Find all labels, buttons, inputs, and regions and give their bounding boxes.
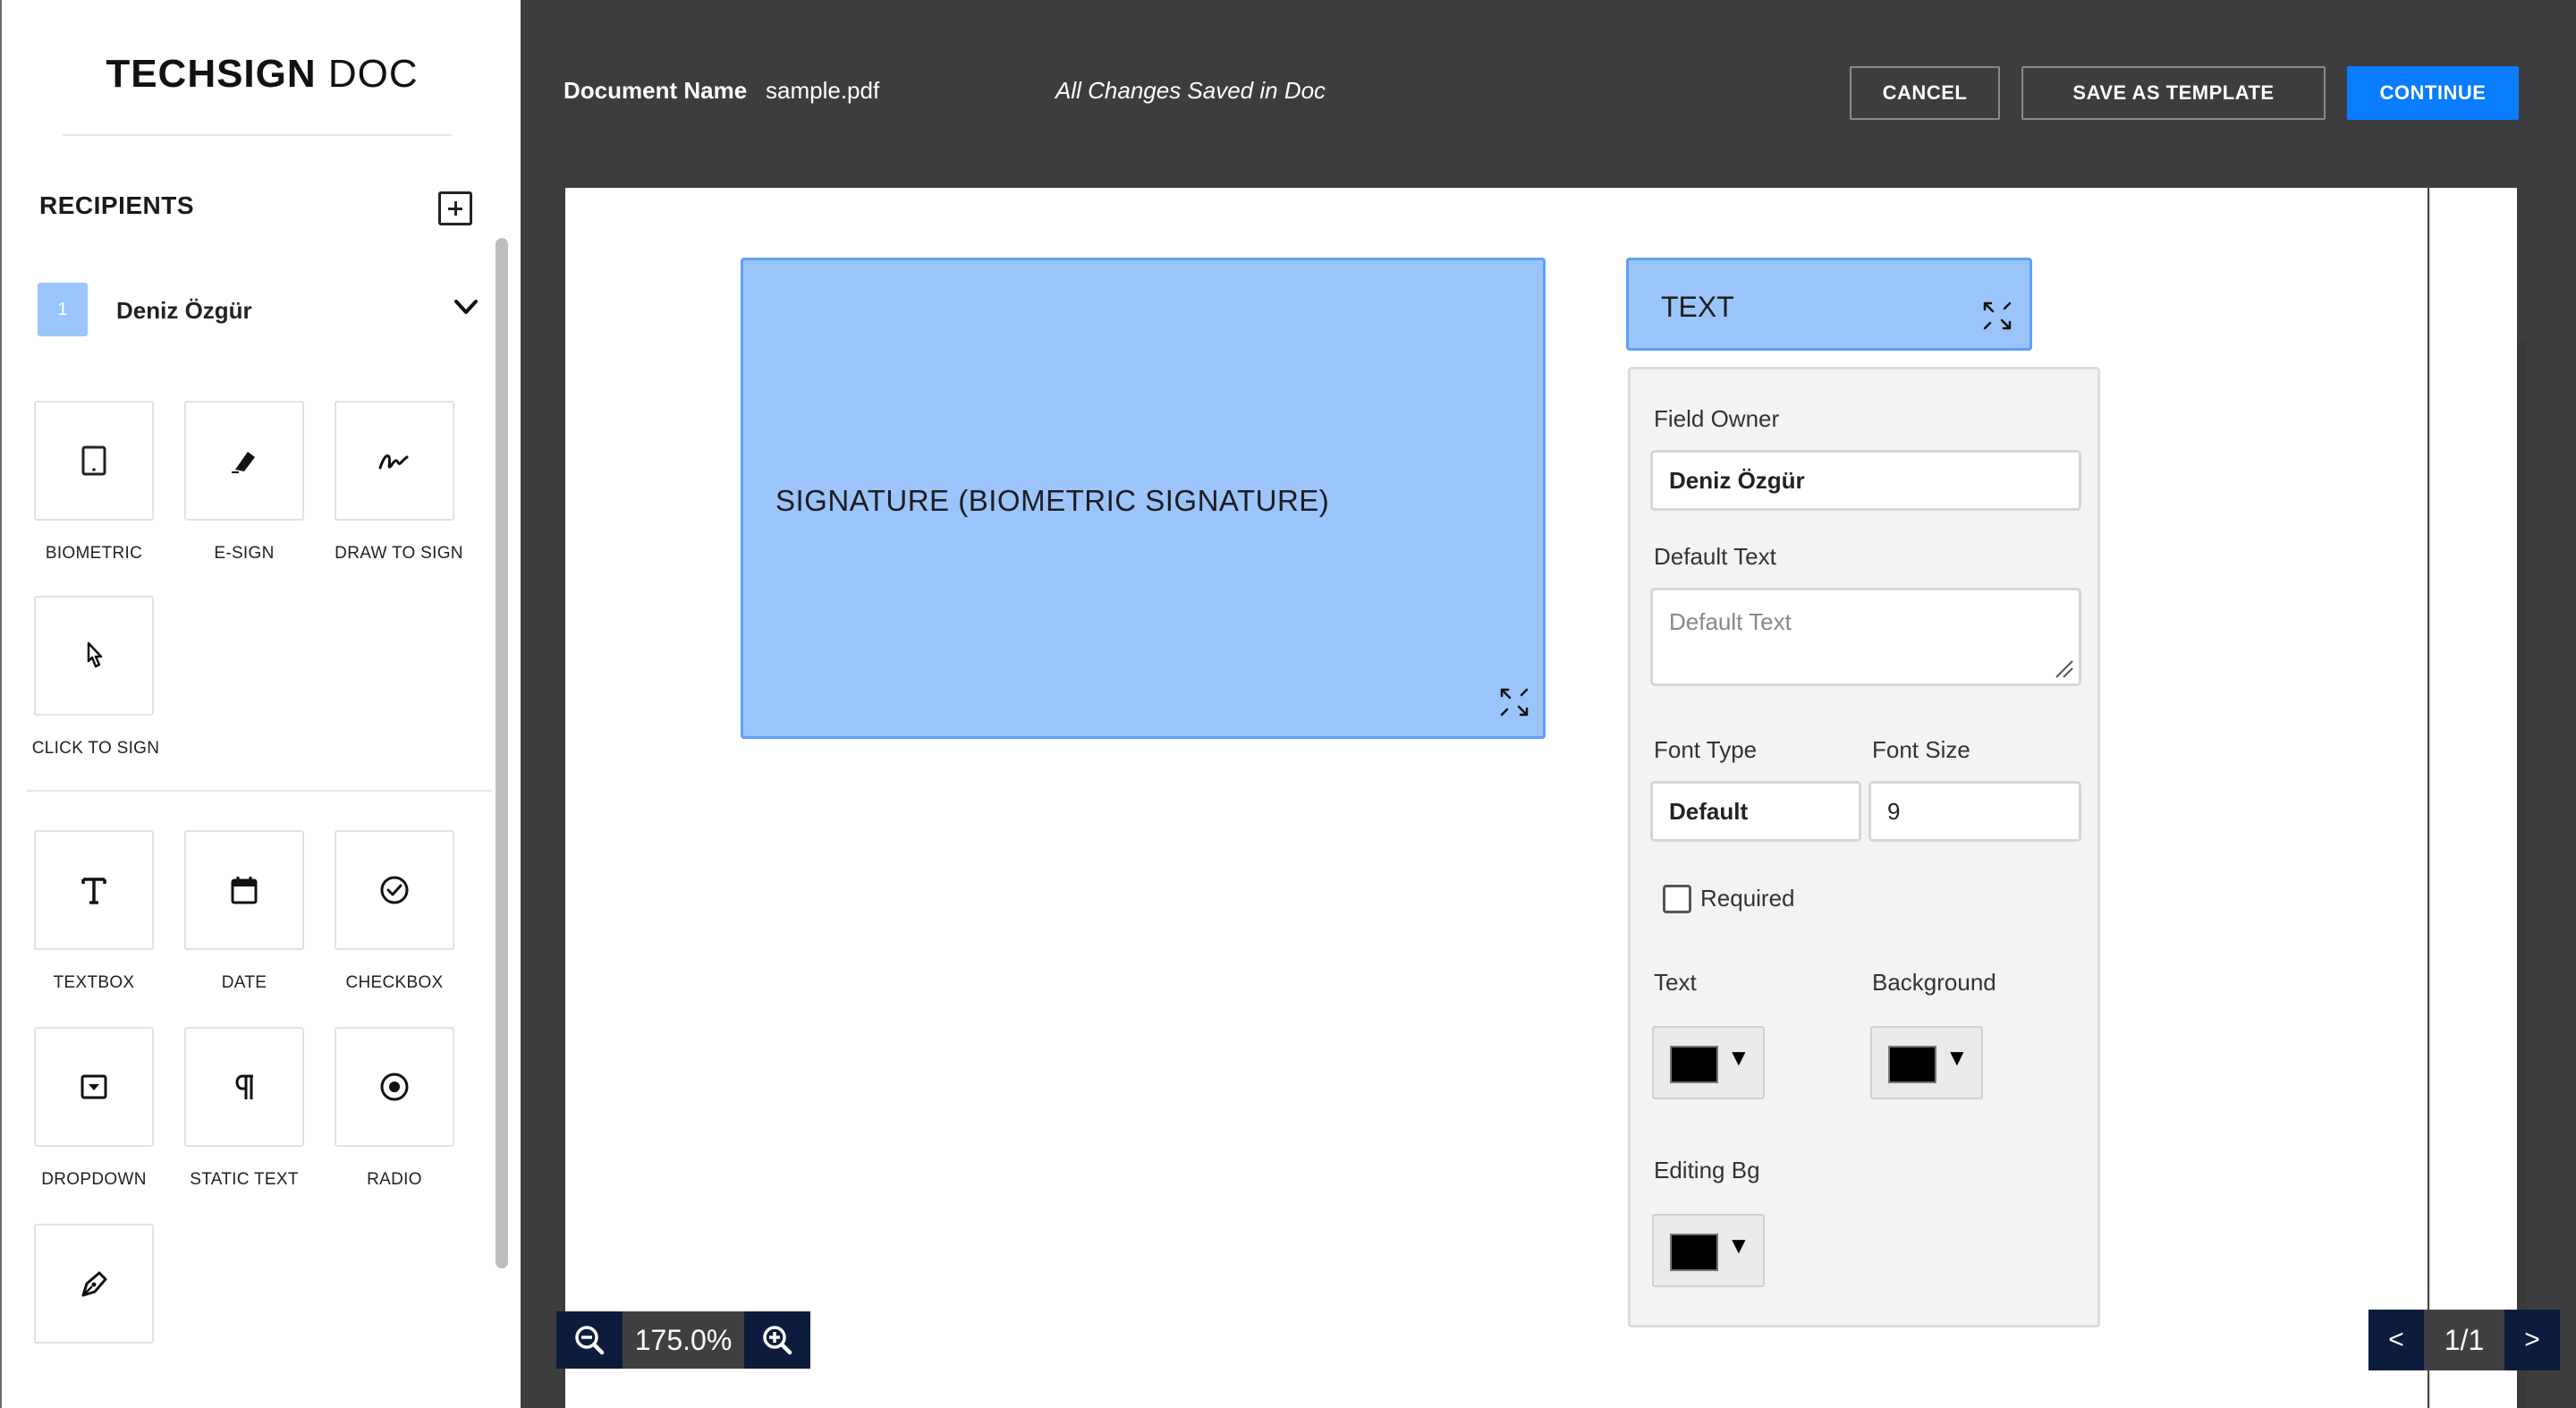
- tool-e-sign[interactable]: [184, 401, 304, 521]
- prev-page-button[interactable]: <: [2368, 1310, 2424, 1370]
- document-name-label: Document Name: [564, 77, 748, 104]
- tablet-icon: [81, 445, 106, 476]
- text-t-icon: [81, 878, 106, 904]
- tool-biometric[interactable]: [34, 401, 154, 521]
- background-color-chip: [1888, 1046, 1936, 1083]
- radio-icon: [380, 1073, 409, 1101]
- field-properties-panel: Field Owner Deniz Özgür Default Text Def…: [1628, 367, 2100, 1327]
- page-margin: [2431, 188, 2517, 1408]
- pilcrow-icon: [235, 1074, 253, 1099]
- tool-label: CHECKBOX: [345, 973, 444, 992]
- required-label: Required: [1700, 885, 1795, 912]
- zoom-in-icon: [763, 1326, 792, 1355]
- font-type-select[interactable]: Default: [1650, 781, 1861, 842]
- sidebar: TECHSIGN DOC RECIPIENTS 1 Deniz Özgür BI…: [0, 0, 521, 1408]
- tool-label: DRAW TO SIGN: [335, 544, 463, 563]
- logo-divider: [63, 134, 453, 136]
- default-text-input[interactable]: Default Text: [1650, 588, 2081, 686]
- signature-scribble-icon: [378, 454, 409, 470]
- font-size-input[interactable]: 9: [1868, 781, 2081, 842]
- text-field[interactable]: TEXT: [1626, 258, 2032, 351]
- background-color-label: Background: [1872, 969, 1996, 996]
- tool-checkbox[interactable]: [335, 830, 454, 950]
- tool-pen[interactable]: [34, 1224, 154, 1344]
- font-size-label: Font Size: [1872, 736, 1970, 763]
- cancel-button[interactable]: CANCEL: [1850, 66, 2000, 120]
- field-owner-label: Field Owner: [1654, 405, 1780, 432]
- canvas-scrollbar[interactable]: [2517, 340, 2526, 1408]
- save-as-template-button[interactable]: SAVE AS TEMPLATE: [2021, 66, 2326, 120]
- add-recipient-icon[interactable]: [438, 191, 472, 225]
- default-text-label: Default Text: [1654, 543, 1776, 570]
- resize-icon[interactable]: [1979, 298, 2015, 334]
- tool-click-to-sign[interactable]: [34, 596, 154, 716]
- editing-bg-color-picker[interactable]: ▼: [1652, 1214, 1765, 1287]
- logo-light: DOC: [327, 52, 419, 96]
- eraser-icon: [232, 452, 255, 473]
- signature-field-label: SIGNATURE (BIOMETRIC SIGNATURE): [775, 484, 1330, 517]
- tool-draw-to-sign[interactable]: [335, 401, 454, 521]
- section-divider: [27, 790, 492, 792]
- tool-static-text[interactable]: [184, 1027, 304, 1147]
- triangle-down-icon: ▼: [1727, 1232, 1750, 1259]
- chevron-down-icon[interactable]: [453, 293, 479, 320]
- text-color-chip: [1670, 1046, 1718, 1083]
- triangle-down-icon: ▼: [1945, 1044, 1969, 1071]
- logo-bold: TECHSIGN: [106, 52, 317, 96]
- sidebar-scrollbar[interactable]: [496, 238, 508, 1268]
- editing-bg-label: Editing Bg: [1654, 1157, 1760, 1183]
- document-name-value: sample.pdf: [766, 77, 880, 104]
- recipients-title: RECIPIENTS: [39, 191, 195, 219]
- calendar-icon: [231, 877, 258, 904]
- resize-icon[interactable]: [1496, 684, 1532, 720]
- continue-button[interactable]: CONTINUE: [2347, 66, 2519, 120]
- background-color-picker[interactable]: ▼: [1870, 1026, 1983, 1099]
- zoom-level: 175.0%: [623, 1311, 744, 1369]
- check-circle-icon: [380, 876, 409, 904]
- zoom-in-button[interactable]: [744, 1311, 810, 1369]
- text-color-picker[interactable]: ▼: [1652, 1026, 1765, 1099]
- text-color-label: Text: [1654, 969, 1697, 996]
- page-indicator: 1/1: [2424, 1310, 2504, 1370]
- tool-radio[interactable]: [335, 1027, 454, 1147]
- tool-label: CLICK TO SIGN: [31, 739, 160, 758]
- tool-dropdown[interactable]: [34, 1027, 154, 1147]
- tool-label: RADIO: [367, 1170, 422, 1189]
- field-owner-select[interactable]: Deniz Özgür: [1650, 450, 2081, 511]
- logo: TECHSIGN DOC: [2, 52, 522, 97]
- zoom-out-button[interactable]: [556, 1311, 623, 1369]
- pointer-hand-icon: [87, 641, 103, 668]
- pen-nib-icon: [81, 1271, 107, 1297]
- editing-bg-color-chip: [1670, 1234, 1718, 1271]
- next-page-button[interactable]: >: [2504, 1310, 2560, 1370]
- recipient-number-badge: 1: [38, 283, 88, 336]
- tool-date[interactable]: [184, 830, 304, 950]
- tool-textbox[interactable]: [34, 830, 154, 950]
- recipient-name: Deniz Özgür: [116, 297, 252, 324]
- font-type-label: Font Type: [1654, 736, 1758, 763]
- zoom-out-icon: [575, 1326, 605, 1355]
- text-field-label: TEXT: [1661, 291, 1734, 323]
- dropdown-icon: [80, 1074, 107, 1099]
- tool-label: E-SIGN: [214, 544, 275, 563]
- recipient-row[interactable]: 1 Deniz Özgür: [36, 283, 483, 336]
- save-status: All Changes Saved in Doc: [1055, 77, 1326, 104]
- zoom-control: 175.0%: [556, 1311, 810, 1369]
- page-navigator: < 1/1 >: [2368, 1310, 2560, 1370]
- triangle-down-icon: ▼: [1727, 1044, 1750, 1071]
- signature-field[interactable]: SIGNATURE (BIOMETRIC SIGNATURE): [741, 258, 1546, 739]
- required-checkbox[interactable]: [1663, 885, 1691, 913]
- textarea-resize-icon[interactable]: [2049, 654, 2076, 681]
